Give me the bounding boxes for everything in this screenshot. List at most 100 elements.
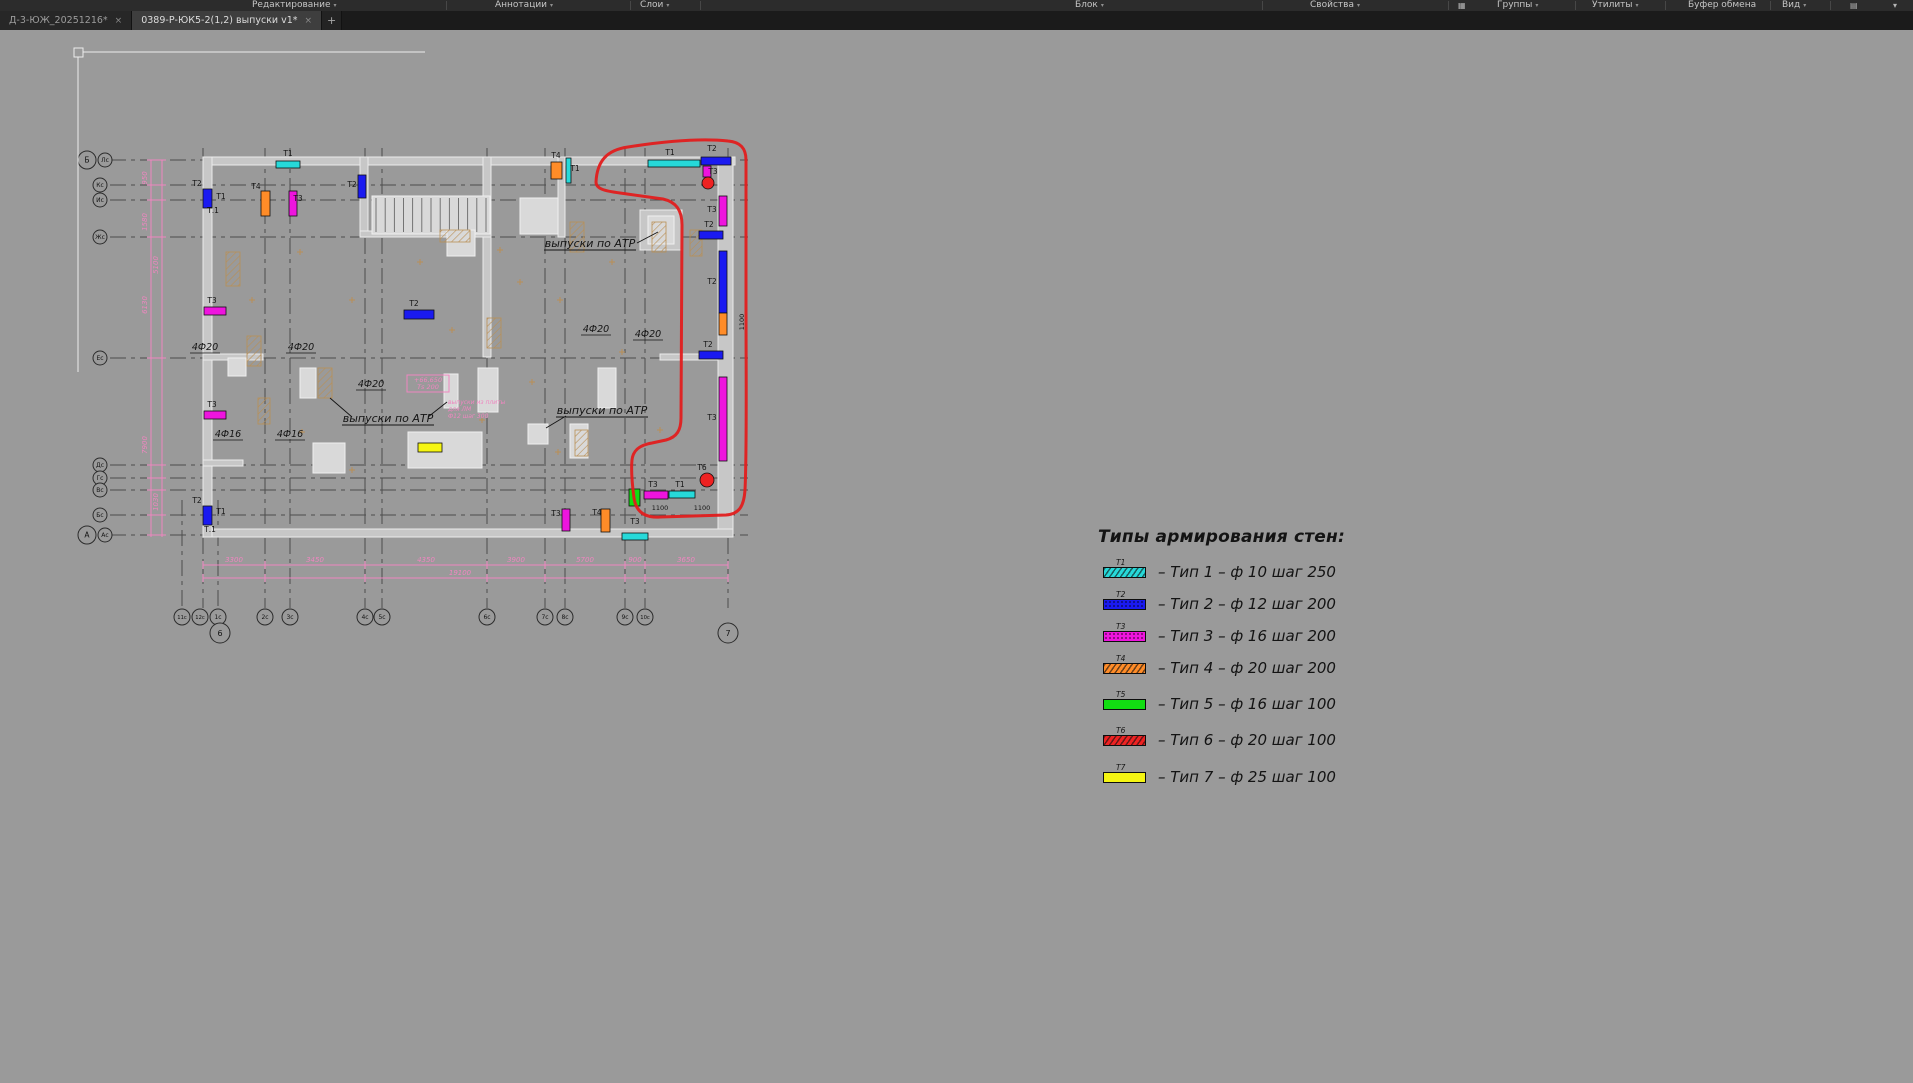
legend-swatch-wrap: Т2: [1103, 599, 1146, 610]
new-tab-button[interactable]: +: [322, 11, 342, 30]
drawing-tab-0[interactable]: Д-3-ЮЖ_20251216*×: [0, 11, 132, 30]
ribbon-separator: [1262, 1, 1263, 10]
axis-bubble-label: Вс: [96, 487, 103, 494]
reinforcement-marker-Т1[interactable]: [648, 160, 700, 167]
reinforcement-marker-Т2[interactable]: [701, 157, 731, 165]
reinforcement-marker-Т6[interactable]: [700, 473, 714, 487]
marker-label: Т1: [215, 192, 226, 201]
ribbon-menu-8[interactable]: Вид▾: [1782, 0, 1806, 11]
shaft-block: [228, 358, 246, 376]
ribbon-menu-1[interactable]: Аннотации▾: [495, 0, 553, 11]
hatched-wall: [226, 252, 240, 286]
axis-bubble-label: А: [84, 531, 90, 540]
chevron-down-icon: ▾: [1636, 2, 1639, 9]
legend-swatch: [1103, 567, 1146, 578]
reinforcement-marker-Т4[interactable]: [551, 162, 562, 179]
reinforcement-marker-Т2[interactable]: [699, 351, 723, 359]
legend-swatch: [1103, 663, 1146, 674]
reinforcement-marker-Т2[interactable]: [203, 506, 212, 525]
ribbon-menu-2[interactable]: Слои▾: [640, 0, 669, 11]
reinforcement-marker-Т1[interactable]: [276, 161, 300, 168]
reinforcement-marker-Т7[interactable]: [418, 443, 442, 452]
chevron-down-icon: ▾: [1803, 2, 1806, 9]
marker-label: Т4: [591, 508, 602, 517]
ribbon-menu-6[interactable]: Утилиты▾: [1592, 0, 1639, 11]
marker-label: Т6: [696, 463, 707, 472]
marker-label: Т3: [629, 517, 640, 526]
chevron-down-icon: ▾: [666, 2, 669, 9]
reinforcement-marker-Т4[interactable]: [261, 191, 270, 216]
dimension-text: 6130: [141, 296, 149, 314]
reinforcement-marker-Т1[interactable]: [669, 491, 695, 498]
ribbon-menu-3[interactable]: Блок▾: [1075, 0, 1104, 11]
caret-down-icon[interactable]: ▾: [1893, 0, 1897, 11]
close-icon[interactable]: ×: [115, 16, 123, 26]
marker-label: Т2: [191, 179, 202, 188]
legend-item-text: – Тип 5 – ф 16 шаг 100: [1158, 695, 1336, 713]
reinforcement-marker-Т2[interactable]: [719, 251, 727, 313]
reinforcement-marker-Т3[interactable]: [204, 411, 226, 419]
legend-item-text: – Тип 2 – ф 12 шаг 200: [1158, 595, 1336, 613]
reinforcement-marker-Т3[interactable]: [204, 307, 226, 315]
hatched-wall: [575, 430, 588, 456]
marker-label: Т1: [282, 149, 293, 158]
rebar-callout-text: 4Ф16: [277, 429, 303, 440]
properties-tool-icon[interactable]: ▦: [1458, 0, 1466, 11]
reinforcement-marker-Т2[interactable]: [404, 310, 434, 319]
legend-item-Т4: Т4– Тип 4 – ф 20 шаг 200: [1103, 659, 1336, 677]
reinforcement-marker-Т6[interactable]: [702, 177, 714, 189]
axis-bubble-label: 8с: [561, 614, 568, 621]
reinforcement-marker-Т4[interactable]: [719, 313, 727, 335]
axis-bubble-label: Ас: [101, 532, 108, 539]
marker-label: Т2: [346, 180, 357, 189]
axis-bubble-label: 6: [217, 629, 222, 638]
axis-bubble-label: Дс: [96, 462, 104, 469]
drawing-tab-1[interactable]: 0389-Р-ЮК5-2(1,2) выпуски v1*×: [132, 11, 322, 30]
marker-label: Т3: [706, 413, 717, 422]
reinforcement-marker-Т3[interactable]: [719, 196, 727, 226]
shaft-block: [528, 424, 548, 444]
drawing-canvas[interactable]: 9501580613051007900103033003450435039005…: [0, 0, 1913, 1083]
ribbon-menu-4[interactable]: Свойства▾: [1310, 0, 1360, 11]
marker-label: Т1: [674, 480, 685, 489]
reinforcement-marker-Т2[interactable]: [699, 231, 723, 239]
dimension-text: 3650: [677, 556, 695, 564]
reinforcement-marker-Т2[interactable]: [358, 175, 366, 198]
legend-swatch-tag: Т7: [1116, 763, 1125, 772]
rebar-callout-text: 4Ф20: [192, 342, 218, 353]
dimension-text: 4350: [417, 556, 435, 564]
dimension-text: 1100: [652, 504, 669, 512]
annotation-leader: [428, 402, 447, 417]
legend-swatch: [1103, 699, 1146, 710]
ribbon-menu-5[interactable]: Группы▾: [1497, 0, 1538, 11]
reinforcement-marker-Т3[interactable]: [644, 491, 668, 499]
legend-item-text: – Тип 6 – ф 20 шаг 100: [1158, 731, 1336, 749]
hatched-wall: [487, 318, 501, 348]
ribbon-menu-7[interactable]: Буфер обмена: [1688, 0, 1756, 11]
axis-bubble-label: Гс: [97, 475, 104, 482]
reinforcement-marker-Т4[interactable]: [601, 509, 610, 532]
marker-label: Т4: [250, 182, 261, 191]
close-icon[interactable]: ×: [305, 16, 313, 26]
ribbon-separator: [700, 1, 701, 10]
reinforcement-marker-Т3[interactable]: [719, 377, 727, 461]
hatched-wall: [258, 398, 270, 424]
hatched-wall: [247, 336, 261, 366]
reinforcement-marker-Т3[interactable]: [562, 509, 570, 531]
ribbon-menu-0[interactable]: Редактирование▾: [252, 0, 337, 11]
legend-swatch-wrap: Т5: [1103, 699, 1146, 710]
rebar-callout-text: 4Ф20: [635, 329, 661, 340]
dimension-total-text: 19100: [449, 569, 472, 577]
chevron-down-icon: ▾: [1101, 2, 1104, 9]
legend-swatch: [1103, 772, 1146, 783]
reinforcement-marker-Т1[interactable]: [622, 533, 648, 540]
axis-bubble-label: 1с: [214, 614, 221, 621]
hatched-wall: [652, 222, 666, 252]
panel-icon[interactable]: ▤: [1850, 0, 1858, 11]
axis-bubble-label: 7: [725, 629, 730, 638]
axis-bubble-label: 10с: [640, 615, 650, 621]
legend-swatch-tag: Т2: [1116, 590, 1125, 599]
hatched-wall: [318, 368, 332, 398]
marker-label: Т.1: [206, 206, 219, 215]
ribbon-separator: [1830, 1, 1831, 10]
